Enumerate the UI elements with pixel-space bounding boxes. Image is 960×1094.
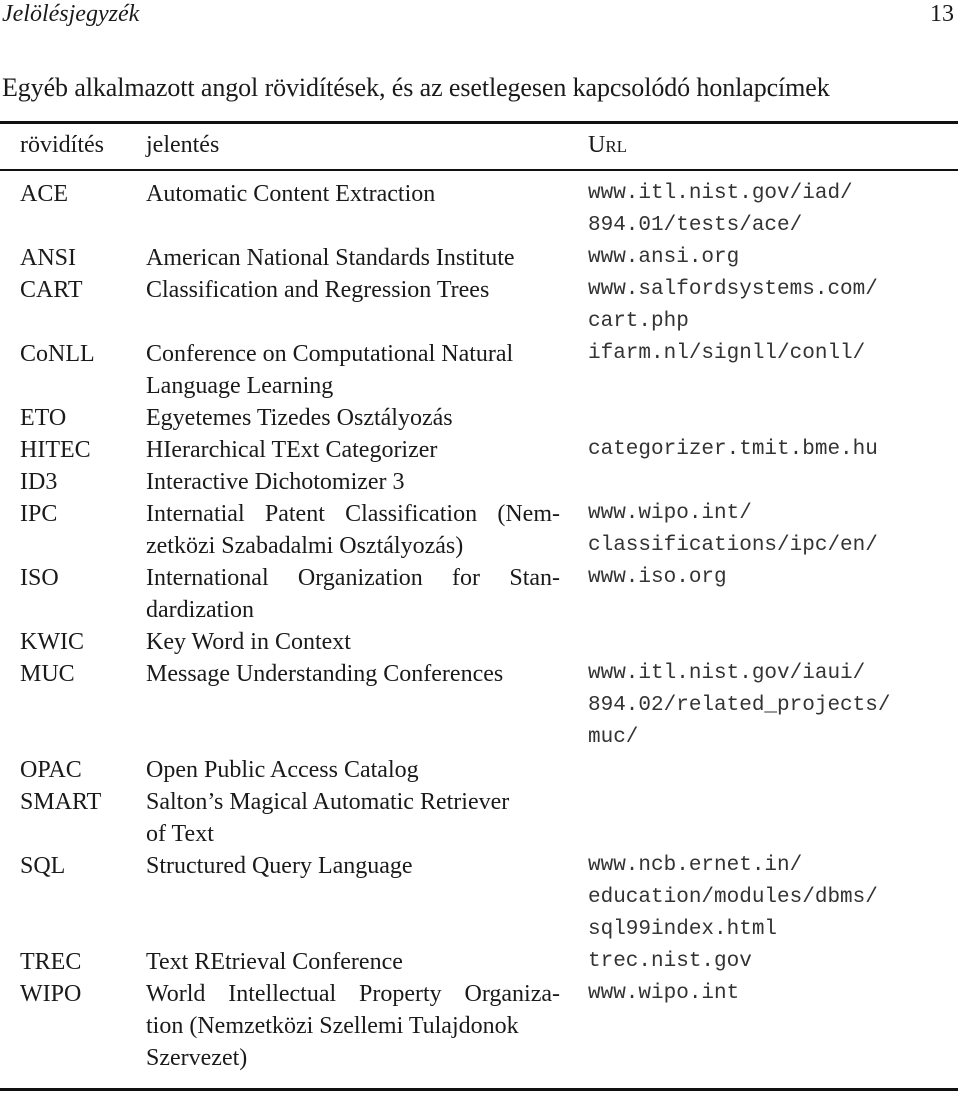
meaning-line: Text REtrieval Conference xyxy=(146,949,403,975)
meaning-cell: International Organization for Stan-dard… xyxy=(146,562,560,626)
meaning-line: International Organization for Stan- xyxy=(146,565,560,591)
abbreviation-cell: KWIC xyxy=(20,629,84,655)
meaning-cell: Internatial Patent Classification (Nem-z… xyxy=(146,498,560,562)
meaning-cell: Egyetemes Tizedes Osztályozás xyxy=(146,402,560,434)
url-line: trec.nist.gov xyxy=(588,950,752,973)
meaning-line: Classification and Regression Trees xyxy=(146,277,490,303)
abbreviation-cell: ACE xyxy=(20,181,68,207)
meaning-cell: HIerarchical TExt Categorizer xyxy=(146,434,560,466)
url-line: www.iso.org xyxy=(588,566,727,589)
url-line: cart.php xyxy=(588,310,689,333)
url-cell: categorizer.tmit.bme.hu xyxy=(588,434,878,466)
url-cell: trec.nist.gov xyxy=(588,946,752,978)
abbreviation-cell: ANSI xyxy=(20,245,77,271)
url-cell: www.ansi.org xyxy=(588,242,739,274)
abbreviation-cell: SQL xyxy=(20,853,66,879)
meaning-cell: Automatic Content Extraction xyxy=(146,178,560,210)
meaning-cell: Key Word in Context xyxy=(146,626,560,658)
url-cell: ifarm.nl/signll/conll/ xyxy=(588,338,865,370)
table-top-rule xyxy=(0,121,958,124)
running-head: Jelölésjegyzék xyxy=(2,1,140,27)
url-cell: www.iso.org xyxy=(588,562,727,594)
abbreviation-cell: CART xyxy=(20,277,83,303)
meaning-line: Message Understanding Conferences xyxy=(146,661,504,687)
abbreviation-cell: ISO xyxy=(20,565,59,591)
meaning-line: dardization xyxy=(146,597,254,623)
url-line: www.itl.nist.gov/iad/ xyxy=(588,182,853,205)
meaning-cell: American National Standards Institute xyxy=(146,242,560,274)
meaning-line: Szervezet) xyxy=(146,1045,248,1071)
url-cell: www.salfordsystems.com/cart.php xyxy=(588,274,878,338)
abbreviation-cell: IPC xyxy=(20,501,58,527)
meaning-line: Egyetemes Tizedes Osztályozás xyxy=(146,405,453,431)
abbreviation-cell: CoNLL xyxy=(20,341,95,367)
url-line: www.ncb.ernet.in/ xyxy=(588,854,803,877)
meaning-cell: Text REtrieval Conference xyxy=(146,946,560,978)
meaning-line: Internatial Patent Classification (Nem- xyxy=(146,501,560,527)
url-line: classifications/ipc/en/ xyxy=(588,534,878,557)
abbreviation-cell: MUC xyxy=(20,661,75,687)
url-cell: www.itl.nist.gov/iaui/894.02/related_pro… xyxy=(588,658,890,754)
url-cell: www.wipo.int/classifications/ipc/en/ xyxy=(588,498,878,562)
meaning-cell: Open Public Access Catalog xyxy=(146,754,560,786)
abbreviation-cell: ID3 xyxy=(20,469,58,495)
url-line: categorizer.tmit.bme.hu xyxy=(588,438,878,461)
url-line: www.wipo.int xyxy=(588,982,740,1005)
header-meaning: jelentés xyxy=(146,132,220,158)
abbreviation-cell: ETO xyxy=(20,405,67,431)
meaning-cell: Conference on Computational Natural Langu… xyxy=(146,338,560,402)
meaning-cell: Salton’s Magical Automatic Retriever of T… xyxy=(146,786,560,850)
header-abbreviation: rövidítés xyxy=(20,132,104,158)
url-line: ifarm.nl/signll/conll/ xyxy=(588,342,866,365)
abbreviation-cell: OPAC xyxy=(20,757,82,783)
meaning-line: Open Public Access Catalog xyxy=(146,757,419,783)
url-line: 894.02/related_projects/ xyxy=(588,694,891,717)
meaning-line: Interactive Dichotomizer 3 xyxy=(146,469,405,495)
url-line: www.wipo.int/ xyxy=(588,502,752,525)
meaning-line: Salton’s Magical Automatic Retriever xyxy=(146,789,510,815)
meaning-line: Language Learning xyxy=(146,373,334,399)
meaning-cell: Structured Query Language xyxy=(146,850,560,882)
meaning-line: HIerarchical TExt Categorizer xyxy=(146,437,438,463)
url-line: www.salfordsystems.com/ xyxy=(588,278,878,301)
meaning-line: of Text xyxy=(146,821,214,847)
url-line: education/modules/dbms/ xyxy=(588,886,878,909)
meaning-line: World Intellectual Property Organiza- xyxy=(146,981,560,1007)
meaning-line: Conference on Computational Natural xyxy=(146,341,514,367)
meaning-cell: World Intellectual Property Organiza-tio… xyxy=(146,978,560,1074)
meaning-line: Structured Query Language xyxy=(146,853,413,879)
header-rule xyxy=(0,169,958,171)
url-line: 894.01/tests/ace/ xyxy=(588,214,803,237)
meaning-cell: Message Understanding Conferences xyxy=(146,658,560,690)
abbreviation-cell: TREC xyxy=(20,949,82,975)
header-url: Url xyxy=(588,132,628,158)
url-line: sql99index.html xyxy=(588,918,778,941)
url-cell: www.itl.nist.gov/iad/894.01/tests/ace/ xyxy=(588,178,853,242)
table-bottom-rule xyxy=(0,1088,958,1091)
meaning-cell: Classification and Regression Trees xyxy=(146,274,560,306)
abbreviation-cell: WIPO xyxy=(20,981,82,1007)
url-line: www.itl.nist.gov/iaui/ xyxy=(588,662,866,685)
meaning-line: American National Standards Institute xyxy=(146,245,515,271)
section-title: Egyéb alkalmazott angol rövidítések, és … xyxy=(2,73,830,102)
url-line: www.ansi.org xyxy=(588,246,740,269)
url-line: muc/ xyxy=(588,726,639,749)
meaning-line: Key Word in Context xyxy=(146,629,351,655)
abbreviation-cell: SMART xyxy=(20,789,102,815)
meaning-line: Automatic Content Extraction xyxy=(146,181,436,207)
meaning-line: zetközi Szabadalmi Osztályozás) xyxy=(146,533,464,559)
url-cell: www.ncb.ernet.in/education/modules/dbms/… xyxy=(588,850,878,946)
meaning-line: tion (Nemzetközi Szellemi Tulajdonok xyxy=(146,1013,519,1039)
abbreviation-cell: HITEC xyxy=(20,437,91,463)
url-cell: www.wipo.int xyxy=(588,978,739,1010)
meaning-cell: Interactive Dichotomizer 3 xyxy=(146,466,560,498)
page-number: 13 xyxy=(930,1,954,27)
